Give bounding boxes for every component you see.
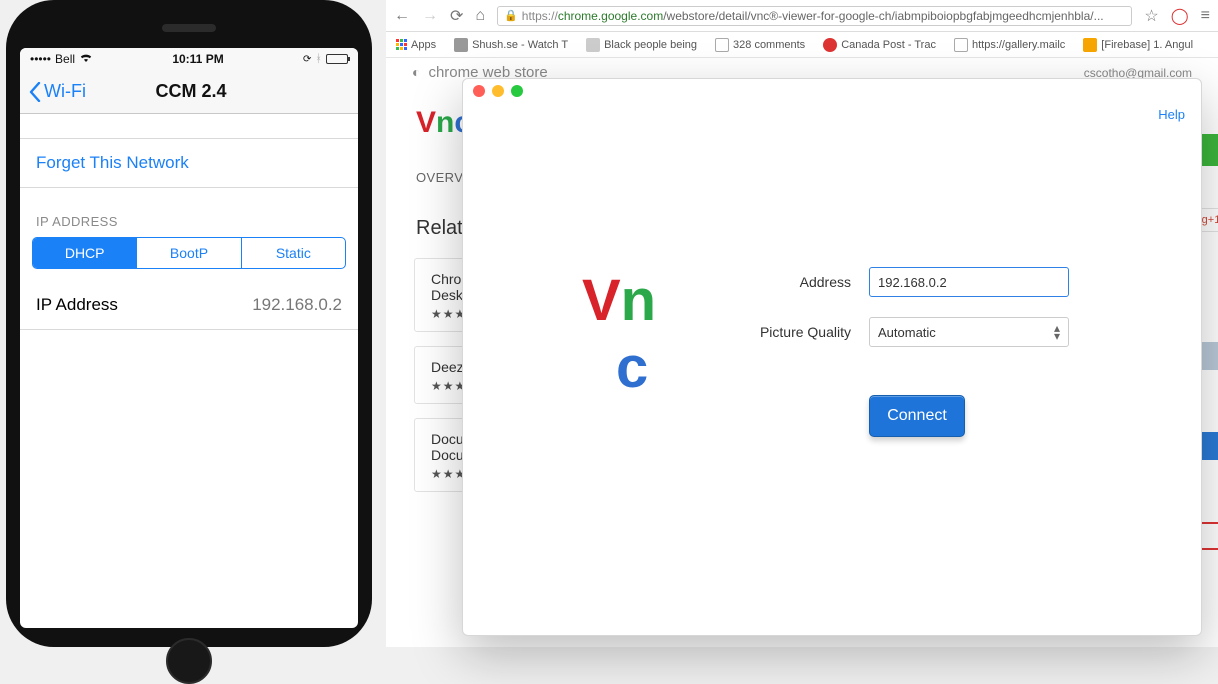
battery-icon xyxy=(326,54,348,64)
forget-network-button[interactable]: Forget This Network xyxy=(20,138,358,188)
clock: 10:11 PM xyxy=(93,52,303,66)
nav-title: CCM 2.4 xyxy=(32,81,350,102)
wifi-icon xyxy=(79,52,93,66)
quality-value: Automatic xyxy=(878,325,936,340)
ip-section-header: IP ADDRESS xyxy=(20,188,358,237)
iphone-mockup: ••••• Bell 10:11 PM ⟳ ᚼ Wi-Fi CCM 2.4 Fo… xyxy=(6,0,372,647)
bookmark-gallery[interactable]: https://gallery.mailc xyxy=(954,38,1065,52)
opera-ext-icon[interactable]: ◯ xyxy=(1171,6,1189,26)
seg-bootp[interactable]: BootP xyxy=(136,238,240,268)
carrier-label: Bell xyxy=(55,52,75,66)
phone-screen: ••••• Bell 10:11 PM ⟳ ᚼ Wi-Fi CCM 2.4 Fo… xyxy=(20,48,358,628)
star-icon[interactable]: ☆ xyxy=(1144,6,1158,26)
apps-button[interactable]: Apps xyxy=(396,39,436,51)
bookmarks-bar: Apps Shush.se - Watch T Black people bei… xyxy=(386,32,1218,58)
minimize-icon[interactable] xyxy=(492,85,504,97)
quality-label: Picture Quality xyxy=(739,324,869,340)
reload-icon[interactable]: ⟳ xyxy=(450,6,463,26)
home-button[interactable] xyxy=(166,638,212,684)
apps-label: Apps xyxy=(411,39,436,51)
browser-toolbar: ← → ⟳ ⌂ 🔒 https://chrome.google.com/webs… xyxy=(386,0,1218,32)
menu-icon[interactable]: ≡ xyxy=(1201,7,1210,25)
address-label: Address xyxy=(739,274,869,290)
home-icon[interactable]: ⌂ xyxy=(475,7,485,25)
connect-button[interactable]: Connect xyxy=(869,395,965,437)
url-path: /webstore/detail/vnc®-viewer-for-google-… xyxy=(663,9,1103,23)
rating-stars: ★★★ xyxy=(431,307,459,321)
connect-form: Address Picture Quality Automatic ▴▾ Con… xyxy=(739,267,1165,437)
ip-row-label: IP Address xyxy=(36,295,118,315)
seg-dhcp[interactable]: DHCP xyxy=(33,238,136,268)
ip-mode-segment[interactable]: DHCP BootP Static xyxy=(32,237,346,269)
chevron-updown-icon: ▴▾ xyxy=(1054,324,1060,340)
vnc-logo-large: Vnc xyxy=(582,267,656,401)
quality-select[interactable]: Automatic ▴▾ xyxy=(869,317,1069,347)
ip-address-row: IP Address 192.168.0.2 xyxy=(20,281,358,330)
bookmark-comments[interactable]: 328 comments xyxy=(715,38,805,52)
nav-bar: Wi-Fi CCM 2.4 xyxy=(20,70,358,114)
orientation-lock-icon: ⟳ xyxy=(303,54,311,65)
back-icon[interactable]: ← xyxy=(394,7,410,25)
close-icon[interactable] xyxy=(473,85,485,97)
help-link[interactable]: Help xyxy=(1158,107,1185,122)
address-bar[interactable]: 🔒 https://chrome.google.com/webstore/det… xyxy=(497,6,1132,26)
bookmark-canadapost[interactable]: Canada Post - Trac xyxy=(823,38,936,52)
earpiece xyxy=(162,24,216,32)
rating-stars: ★★★ xyxy=(431,467,459,481)
mac-titlebar xyxy=(463,79,1201,103)
seg-static[interactable]: Static xyxy=(241,238,345,268)
chrome-icon: ◐ xyxy=(412,64,420,80)
status-bar: ••••• Bell 10:11 PM ⟳ ᚼ xyxy=(20,48,358,70)
forward-icon[interactable]: → xyxy=(422,7,438,25)
ip-row-value: 192.168.0.2 xyxy=(252,295,342,315)
bookmark-firebase[interactable]: [Firebase] 1. Angul xyxy=(1083,38,1193,52)
lock-icon: 🔒 xyxy=(504,9,518,22)
maximize-icon[interactable] xyxy=(511,85,523,97)
bookmark-shush[interactable]: Shush.se - Watch T xyxy=(454,38,568,52)
signal-dots-icon: ••••• xyxy=(30,52,51,66)
bookmark-black[interactable]: Black people being xyxy=(586,38,697,52)
bluetooth-icon: ᚼ xyxy=(315,53,322,65)
address-input[interactable] xyxy=(869,267,1069,297)
apps-icon xyxy=(396,39,407,50)
rating-stars: ★★★ xyxy=(431,379,459,393)
url-host: chrome.google.com xyxy=(558,9,663,23)
vnc-viewer-window: Help Vnc Address Picture Quality Automat… xyxy=(462,78,1202,636)
